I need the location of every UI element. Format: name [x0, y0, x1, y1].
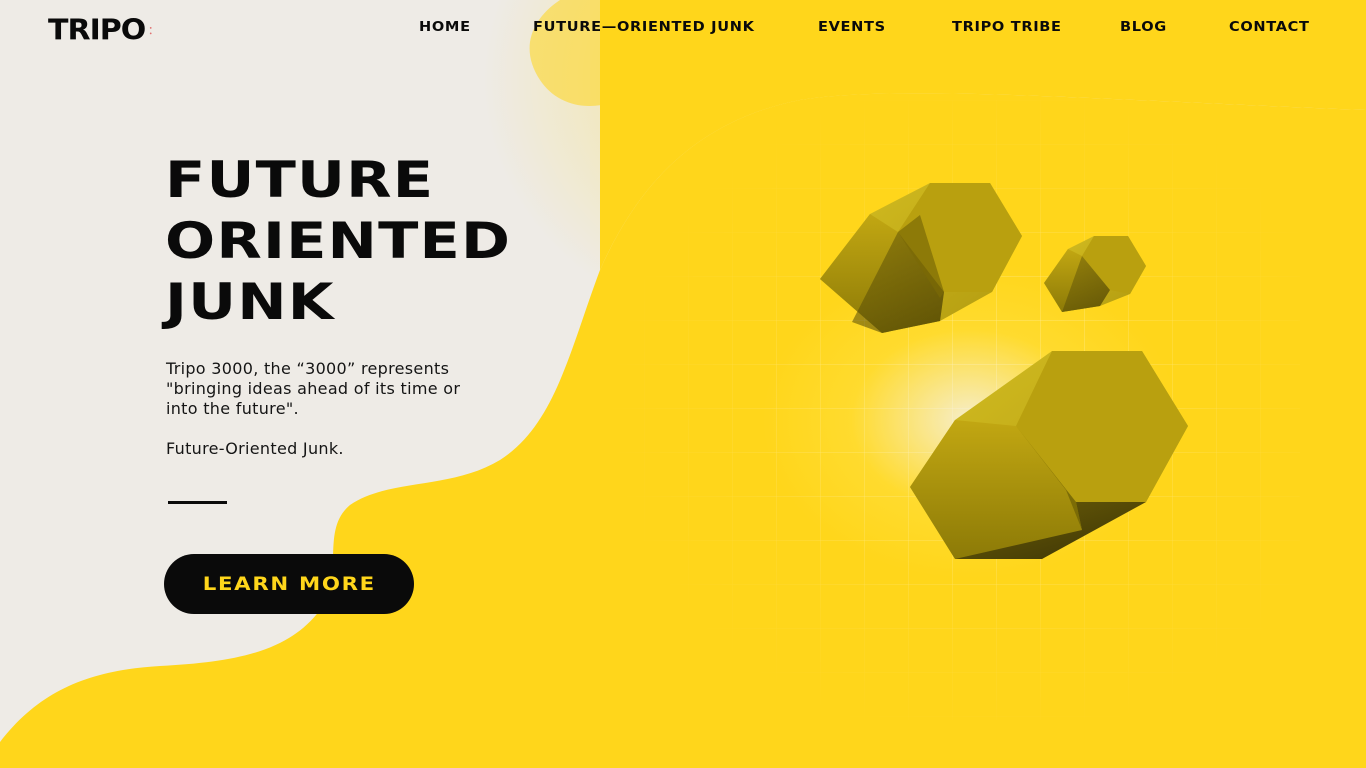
nav-item-events[interactable]: EVENTS	[818, 20, 886, 35]
center-glow	[760, 260, 1180, 580]
nav-item-contact[interactable]: CONTACT	[1229, 20, 1310, 35]
nav-item-tripo-tribe[interactable]: TRIPO TRIBE	[952, 20, 1062, 35]
hero-title-line: JUNK	[165, 273, 335, 331]
hero-title: FUTURE ORIENTED JUNK	[165, 150, 511, 333]
hero-description: Tripo 3000, the “3000” represents "bring…	[166, 359, 461, 418]
learn-more-button[interactable]: LEARN MORE	[164, 554, 414, 614]
main-nav: HOME FUTURE—ORIENTED JUNK EVENTS TRIPO T…	[419, 20, 1312, 40]
hero-tagline: Future-Oriented Junk.	[166, 439, 344, 458]
nav-item-blog[interactable]: BLOG	[1120, 20, 1167, 35]
logo-text: TRIPO	[48, 13, 146, 47]
hero-title-line: ORIENTED	[165, 212, 512, 270]
learn-more-label: LEARN MORE	[202, 573, 376, 595]
logo[interactable]: TRIPO ●●	[48, 13, 154, 47]
nav-item-future-oriented-junk[interactable]: FUTURE—ORIENTED JUNK	[533, 20, 755, 35]
nav-item-home[interactable]: HOME	[419, 20, 471, 35]
divider	[168, 501, 227, 504]
hero-title-line: FUTURE	[165, 151, 435, 209]
logo-mark: ●●	[148, 24, 154, 36]
